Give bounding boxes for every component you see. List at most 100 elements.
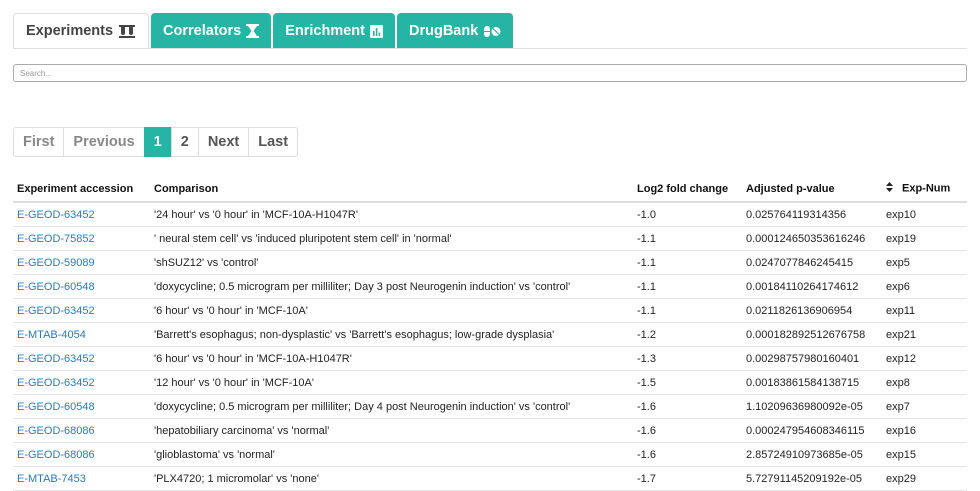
search-input[interactable] <box>13 64 967 82</box>
accession-cell: E-GEOD-63452 <box>13 346 150 371</box>
comparison-cell: '6 hour' vs '0 hour' in 'MCF-10A' <box>150 298 633 323</box>
pvalue-cell: 2.85724910973685e-05 <box>742 442 882 467</box>
accession-link[interactable]: E-GEOD-60548 <box>17 401 95 413</box>
log2fc-cell: -1.6 <box>633 418 742 443</box>
column-header-log2fc[interactable]: Log2 fold change <box>633 176 742 203</box>
expnum-cell: exp7 <box>882 394 967 419</box>
pagination: First Previous 1 2 Next Last <box>13 127 299 157</box>
page-2-button[interactable]: 2 <box>170 127 199 157</box>
table-row: E-GEOD-60548 'doxycycline; 0.5 microgram … <box>13 274 967 299</box>
expnum-cell: exp11 <box>882 298 967 323</box>
comparison-cell: '6 hour' vs '0 hour' in 'MCF-10A-H1047R' <box>150 346 633 371</box>
table-row: E-GEOD-68086 'hepatobiliary carcinoma' vs… <box>13 418 967 443</box>
accession-cell: E-GEOD-68086 <box>13 418 150 443</box>
table-row: E-GEOD-63452 '6 hour' vs '0 hour' in 'MCF… <box>13 298 967 323</box>
first-page-button[interactable]: First <box>13 127 65 157</box>
expnum-cell: exp19 <box>882 226 967 251</box>
accession-link[interactable]: E-GEOD-63452 <box>17 353 95 365</box>
page-1-button[interactable]: 1 <box>143 127 172 157</box>
expnum-cell: exp10 <box>882 202 967 227</box>
column-header-comparison[interactable]: Comparison <box>150 176 633 203</box>
accession-link[interactable]: E-GEOD-60548 <box>17 281 95 293</box>
log2fc-cell: -1.1 <box>633 298 742 323</box>
tab-correlators[interactable]: Correlators <box>151 13 272 49</box>
pvalue-cell: 0.00298757980160401 <box>742 346 882 371</box>
accession-cell: E-MTAB-7453 <box>13 466 150 491</box>
accession-cell: E-GEOD-63452 <box>13 298 150 323</box>
tab-enrichment[interactable]: Enrichment <box>273 13 395 49</box>
table-body: E-GEOD-63452 '24 hour' vs '0 hour' in 'MC… <box>13 202 967 491</box>
log2fc-cell: -1.1 <box>633 274 742 299</box>
table-row: E-GEOD-68086 'glioblastoma' vs 'normal' -1… <box>13 442 967 467</box>
tab-bar: Experiments Correlators Enrichment DrugB… <box>13 13 515 49</box>
expnum-cell: exp5 <box>882 250 967 275</box>
column-header-pvalue[interactable]: Adjusted p-value <box>742 176 882 203</box>
comparison-cell: '12 hour' vs '0 hour' in 'MCF-10A' <box>150 370 633 395</box>
pvalue-cell: 1.10209636980092e-05 <box>742 394 882 419</box>
table-header-row: Experiment accession Comparison Log2 fol… <box>13 176 967 203</box>
accession-cell: E-GEOD-75852 <box>13 226 150 251</box>
pvalue-cell: 5.72791145209192e-05 <box>742 466 882 491</box>
column-header-label: Exp-Num <box>902 182 951 195</box>
column-header-accession[interactable]: Experiment accession <box>13 176 150 203</box>
accession-cell: E-GEOD-63452 <box>13 370 150 395</box>
accession-link[interactable]: E-GEOD-63452 <box>17 377 95 389</box>
log2fc-cell: -1.6 <box>633 442 742 467</box>
next-page-button[interactable]: Next <box>197 127 250 157</box>
expnum-cell: exp12 <box>882 346 967 371</box>
last-page-button[interactable]: Last <box>248 127 299 157</box>
pvalue-cell: 0.0211826136906954 <box>742 298 882 323</box>
expnum-cell: exp29 <box>882 466 967 491</box>
tab-label: DrugBank <box>408 23 479 39</box>
accession-cell: E-GEOD-68086 <box>13 442 150 467</box>
test-tubes-icon <box>118 24 136 38</box>
table-row: E-GEOD-63452 '24 hour' vs '0 hour' in 'MC… <box>13 202 967 227</box>
table-row: E-MTAB-7453 'PLX4720; 1 micromolar' vs 'n… <box>13 466 967 491</box>
accession-cell: E-GEOD-60548 <box>13 274 150 299</box>
log2fc-cell: -1.0 <box>633 202 742 227</box>
previous-page-button[interactable]: Previous <box>63 127 145 157</box>
column-header-expnum[interactable]: Exp-Num <box>882 176 967 203</box>
expnum-cell: exp8 <box>882 370 967 395</box>
log2fc-cell: -1.3 <box>633 346 742 371</box>
accession-link[interactable]: E-GEOD-68086 <box>17 425 95 437</box>
tab-drugbank[interactable]: DrugBank <box>396 13 514 49</box>
comparison-cell: ' neural stem cell' vs 'induced pluripot… <box>150 226 633 251</box>
expnum-cell: exp16 <box>882 418 967 443</box>
table-row: E-GEOD-59089 'shSUZ12' vs 'control' -1.1 0.… <box>13 250 967 275</box>
table-row: E-GEOD-75852 ' neural stem cell' vs 'indu… <box>13 226 967 251</box>
log2fc-cell: -1.5 <box>633 370 742 395</box>
comparison-cell: 'shSUZ12' vs 'control' <box>150 250 633 275</box>
accession-link[interactable]: E-MTAB-7453 <box>17 473 86 485</box>
pvalue-cell: 0.000124650353616246 <box>742 226 882 251</box>
comparison-cell: 'doxycycline; 0.5 microgram per millilit… <box>150 274 633 299</box>
accession-link[interactable]: E-MTAB-4054 <box>17 329 86 341</box>
accession-link[interactable]: E-GEOD-68086 <box>17 449 95 461</box>
tab-experiments[interactable]: Experiments <box>13 13 150 49</box>
comparison-cell: 'glioblastoma' vs 'normal' <box>150 442 633 467</box>
log2fc-cell: -1.2 <box>633 322 742 347</box>
experiments-table: Experiment accession Comparison Log2 fol… <box>13 176 967 491</box>
comparison-cell: 'Barrett's esophagus; non-dysplastic' vs… <box>150 322 633 347</box>
table-row: E-GEOD-63452 '12 hour' vs '0 hour' in 'MC… <box>13 370 967 395</box>
pvalue-cell: 0.000247954608346115 <box>742 418 882 443</box>
pvalue-cell: 0.025764119314356 <box>742 202 882 227</box>
comparison-cell: '24 hour' vs '0 hour' in 'MCF-10A-H1047R… <box>150 202 633 227</box>
tab-label: Correlators <box>163 23 242 39</box>
table-row: E-GEOD-60548 'doxycycline; 0.5 microgram … <box>13 394 967 419</box>
accession-link[interactable]: E-GEOD-75852 <box>17 233 95 245</box>
pvalue-cell: 0.0247077846245415 <box>742 250 882 275</box>
sort-icon[interactable] <box>886 182 893 195</box>
accession-link[interactable]: E-GEOD-59089 <box>17 257 95 269</box>
accession-link[interactable]: E-GEOD-63452 <box>17 209 95 221</box>
expnum-cell: exp15 <box>882 442 967 467</box>
accession-cell: E-GEOD-63452 <box>13 202 150 227</box>
accession-link[interactable]: E-GEOD-63452 <box>17 305 95 317</box>
pvalue-cell: 0.00184110264174612 <box>742 274 882 299</box>
accession-cell: E-GEOD-59089 <box>13 250 150 275</box>
pvalue-cell: 0.00183861584138715 <box>742 370 882 395</box>
tab-label: Experiments <box>26 23 114 39</box>
hourglass-icon <box>246 24 260 38</box>
expnum-cell: exp21 <box>882 322 967 347</box>
table-row: E-MTAB-4054 'Barrett's esophagus; non-dys… <box>13 322 967 347</box>
